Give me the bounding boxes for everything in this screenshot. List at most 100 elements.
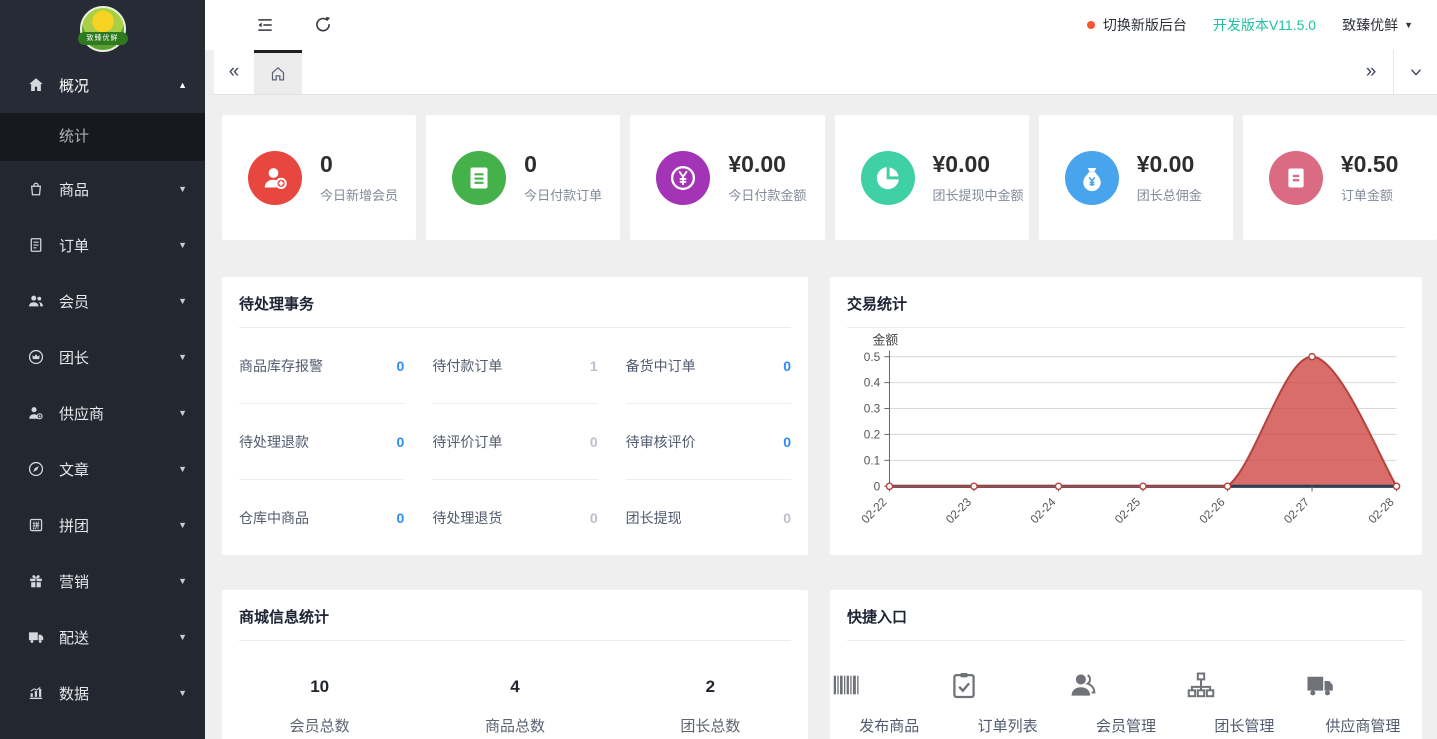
- chevron-down-icon: ▼: [178, 296, 187, 306]
- stat-card-text: ¥0.00团长总佣金: [1137, 151, 1202, 204]
- sidebar-item-label: 拼团: [59, 515, 178, 536]
- stat-card-value: ¥0.00: [728, 151, 806, 178]
- svg-text:拼: 拼: [32, 521, 39, 530]
- groupon-icon: 拼: [27, 516, 45, 534]
- quick-entry-label: 会员管理: [1067, 715, 1185, 736]
- svg-text:0.5: 0.5: [864, 350, 881, 364]
- quick-entry-发布商品[interactable]: 发布商品: [830, 669, 948, 736]
- svg-text:02-22: 02-22: [858, 495, 889, 526]
- version-link[interactable]: 开发版本V11.5.0: [1213, 15, 1316, 35]
- pending-item-value[interactable]: 0: [397, 358, 405, 374]
- pending-item-value[interactable]: 0: [397, 434, 405, 450]
- sidebar-item-label: 营销: [59, 571, 178, 592]
- tabs-menu-icon[interactable]: [1393, 50, 1437, 94]
- tabs-scroll-left-icon[interactable]: «: [214, 50, 254, 94]
- pending-item-value[interactable]: 0: [590, 434, 598, 450]
- tabs-scroll-right-icon[interactable]: »: [1349, 50, 1393, 94]
- pending-item-value[interactable]: 0: [397, 510, 405, 526]
- refresh-icon[interactable]: [313, 15, 333, 35]
- truck-icon: [1304, 669, 1422, 701]
- yen-circle-icon: [656, 151, 710, 205]
- pending-item-value[interactable]: 1: [590, 358, 598, 374]
- compass-icon: [27, 460, 45, 478]
- svg-text:02-26: 02-26: [1196, 495, 1228, 527]
- sidebar-item-leaders[interactable]: 团长▼: [0, 329, 205, 385]
- sidebar-item-label: 商品: [59, 179, 178, 200]
- stat-card-label: 团长提现中金额: [933, 185, 1024, 204]
- sidebar-subitem-stats[interactable]: 统计: [0, 113, 205, 161]
- sitemap-icon: [1185, 669, 1217, 701]
- stat-card: ¥0.00团长总佣金: [1039, 115, 1233, 240]
- quick-entry-会员管理[interactable]: 会员管理: [1067, 669, 1185, 736]
- stat-card: 0今日付款订单: [426, 115, 620, 240]
- pending-item-value[interactable]: 0: [783, 358, 791, 374]
- quick-entry-label: 发布商品: [830, 715, 948, 736]
- leader-icon: [27, 348, 45, 366]
- switch-new-admin-link[interactable]: 切换新版后台: [1087, 15, 1187, 35]
- sidebar-item-marketing[interactable]: 营销▼: [0, 553, 205, 609]
- quick-entry-供应商管理[interactable]: 供应商管理: [1304, 669, 1422, 736]
- pending-item-value[interactable]: 0: [590, 510, 598, 526]
- pending-tasks-title: 待处理事务: [222, 277, 808, 327]
- svg-text:金额: 金额: [873, 332, 899, 347]
- chevron-down-icon: ▼: [178, 632, 187, 642]
- chevron-down-icon: ▼: [178, 688, 187, 698]
- order-amount-icon: [1281, 163, 1311, 193]
- mall-stats-title: 商城信息统计: [222, 590, 808, 640]
- pending-item-label: 仓库中商品: [239, 508, 309, 528]
- supplier-icon: [27, 404, 45, 422]
- svg-text:0.2: 0.2: [864, 428, 880, 442]
- svg-text:0.1: 0.1: [864, 453, 880, 467]
- quick-entry-订单列表[interactable]: 订单列表: [948, 669, 1066, 736]
- sidebar-item-label: 文章: [59, 459, 178, 480]
- bar-chart-icon: [27, 684, 45, 702]
- pending-item-value[interactable]: 0: [783, 434, 791, 450]
- sidebar-item-articles[interactable]: 文章▼: [0, 441, 205, 497]
- mall-stats-panel: 商城信息统计 10会员总数4商品总数2团长总数: [222, 590, 808, 739]
- pending-item-label: 商品库存报警: [239, 356, 323, 376]
- stat-card-value: 0: [320, 151, 398, 178]
- truck-icon: [27, 628, 45, 646]
- members-icon: [27, 292, 45, 310]
- order-doc-icon2: [27, 236, 45, 254]
- tab-home[interactable]: [254, 50, 302, 94]
- sidebar-item-label: 会员: [59, 291, 178, 312]
- pending-item: 仓库中商品 0: [239, 480, 404, 556]
- home-icon: [27, 76, 45, 94]
- menu-fold-icon[interactable]: [255, 15, 275, 35]
- member-manage-icon: [1067, 669, 1099, 701]
- stat-card-text: ¥0.50订单金额: [1341, 151, 1399, 204]
- pending-item: 待付款订单1: [432, 328, 597, 404]
- quick-entry-团长管理[interactable]: 团长管理: [1185, 669, 1303, 736]
- pie-chart-icon: [861, 151, 915, 205]
- topbar-right: 切换新版后台 开发版本V11.5.0 致臻优鲜 ▼: [1087, 15, 1413, 35]
- sidebar-item-members[interactable]: 会员▼: [0, 273, 205, 329]
- user-dropdown[interactable]: 致臻优鲜 ▼: [1342, 15, 1413, 35]
- truck-icon: [1304, 669, 1336, 701]
- sidebar-item-label: 概况: [59, 75, 178, 96]
- pie-chart-icon: [873, 163, 903, 193]
- mall-stat-label: 团长总数: [613, 715, 808, 736]
- order-doc-icon: [452, 151, 506, 205]
- home-icon: [27, 76, 45, 94]
- mall-stat-label: 商品总数: [417, 715, 612, 736]
- sidebar-item-groupon[interactable]: 拼拼团▼: [0, 497, 205, 553]
- stat-card-label: 今日付款订单: [524, 185, 602, 204]
- switch-new-admin-label: 切换新版后台: [1103, 15, 1187, 35]
- sidebar-menu: 概况▲统计商品▼订单▼会员▼团长▼供应商▼文章▼拼拼团▼营销▼配送▼数据▼: [0, 57, 205, 739]
- sidebar-item-more[interactable]: [0, 721, 205, 739]
- compass-icon: [27, 460, 45, 478]
- sidebar-item-suppliers[interactable]: 供应商▼: [0, 385, 205, 441]
- caret-down-icon: ▼: [1404, 20, 1413, 30]
- sidebar-item-goods[interactable]: 商品▼: [0, 161, 205, 217]
- pending-item: 商品库存报警 0: [239, 328, 404, 404]
- sidebar-item-delivery[interactable]: 配送▼: [0, 609, 205, 665]
- stat-card-label: 今日付款金额: [728, 185, 806, 204]
- sidebar-item-orders[interactable]: 订单▼: [0, 217, 205, 273]
- pending-item-value[interactable]: 0: [783, 510, 791, 526]
- sidebar-item-overview[interactable]: 概况▲: [0, 57, 205, 113]
- clipboard-check-icon: [948, 669, 980, 701]
- sidebar-item-data[interactable]: 数据▼: [0, 665, 205, 721]
- chevron-down-icon: ▼: [178, 240, 187, 250]
- pending-item: 待处理退款0: [239, 404, 404, 480]
